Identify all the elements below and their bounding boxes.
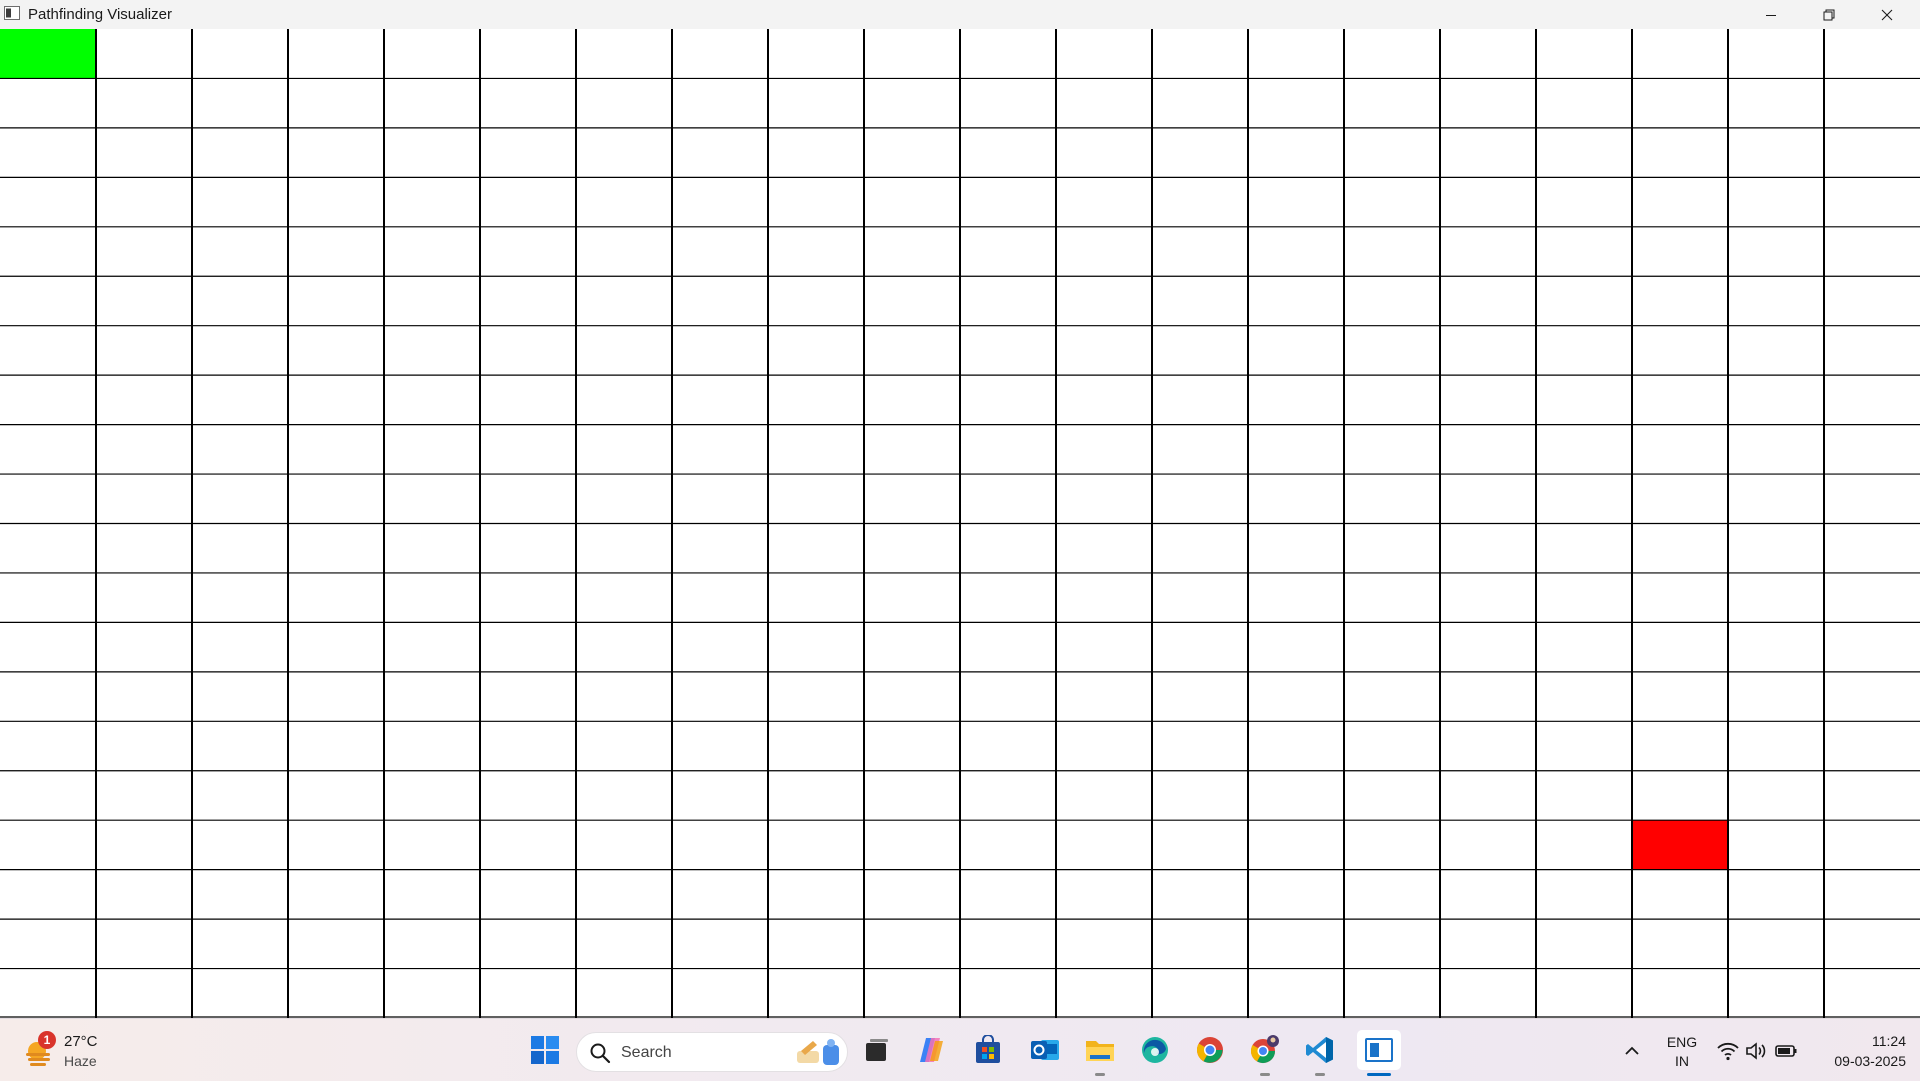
file-explorer-button[interactable] (1082, 1032, 1118, 1068)
weather-alert-badge: 1 (38, 1031, 56, 1049)
clock-date: 09-03-2025 (1834, 1053, 1906, 1069)
app-window-icon (1365, 1038, 1393, 1062)
end-node[interactable] (1632, 820, 1728, 870)
active-app-indicator (1367, 1073, 1391, 1076)
taskbar-search-box[interactable]: Search (576, 1032, 848, 1072)
app-window-icon (4, 6, 20, 20)
system-clock[interactable]: 11:24 09-03-2025 (1810, 1031, 1906, 1071)
chrome-button[interactable] (1192, 1032, 1228, 1068)
chrome-icon (1196, 1037, 1223, 1063)
volume-icon (1746, 1042, 1766, 1060)
copilot-button[interactable] (914, 1032, 950, 1068)
pathfinding-grid[interactable] (0, 29, 1920, 1018)
battery-button[interactable] (1774, 1039, 1798, 1063)
edge-icon (1142, 1037, 1168, 1063)
restore-button[interactable] (1800, 0, 1858, 29)
show-hidden-icons-button[interactable] (1620, 1039, 1644, 1063)
close-icon (1881, 9, 1893, 20)
minimize-button[interactable] (1742, 0, 1800, 29)
edge-button[interactable] (1137, 1032, 1173, 1068)
vscode-running-indicator (1315, 1073, 1325, 1076)
search-highlight-icon (791, 1037, 845, 1069)
network-button[interactable] (1716, 1039, 1740, 1063)
chrome-profile-running-indicator (1260, 1073, 1270, 1076)
minimize-icon (1766, 14, 1776, 16)
search-icon (589, 1042, 611, 1069)
outlook-button[interactable] (1027, 1032, 1063, 1068)
vscode-button[interactable] (1302, 1032, 1338, 1068)
language-code: ENG (1666, 1034, 1698, 1050)
battery-icon (1775, 1045, 1797, 1057)
outlook-icon (1031, 1040, 1059, 1060)
store-icon (976, 1035, 1000, 1063)
chevron-up-icon (1625, 1046, 1639, 1055)
task-view-icon (866, 1039, 888, 1061)
copilot-icon (920, 1038, 943, 1062)
vscode-icon (1306, 1037, 1333, 1063)
start-button[interactable] (527, 1032, 563, 1068)
task-view-button[interactable] (859, 1032, 895, 1068)
weather-temperature: 27°C (64, 1033, 98, 1050)
volume-button[interactable] (1744, 1039, 1768, 1063)
region-code: IN (1675, 1053, 1689, 1069)
search-placeholder: Search (621, 1044, 672, 1061)
chrome-profile-icon (1250, 1035, 1279, 1064)
close-button[interactable] (1858, 0, 1916, 29)
weather-condition: Haze (64, 1053, 97, 1069)
wifi-icon (1717, 1042, 1739, 1061)
microsoft-store-button[interactable] (970, 1032, 1006, 1068)
file-explorer-running-indicator (1095, 1073, 1105, 1076)
window-title: Pathfinding Visualizer (28, 6, 172, 23)
pathfinding-visualizer-taskbar-button[interactable] (1357, 1030, 1401, 1070)
chrome-profile-button[interactable] (1247, 1032, 1283, 1068)
app-window: Pathfinding Visualizer (0, 0, 1920, 1018)
grid-canvas[interactable] (0, 29, 1920, 1018)
taskbar: 1 27°C Haze Search ENG IN 11:24 09-03-20… (0, 1018, 1920, 1081)
restore-icon (1823, 9, 1835, 20)
input-language-indicator[interactable]: ENG IN (1664, 1033, 1700, 1071)
start-node[interactable] (0, 29, 96, 79)
windows-logo-icon (531, 1036, 559, 1064)
title-bar[interactable]: Pathfinding Visualizer (0, 0, 1920, 29)
folder-icon (1086, 1041, 1114, 1061)
clock-time: 11:24 (1872, 1033, 1906, 1049)
weather-widget[interactable]: 1 27°C Haze (22, 1029, 122, 1073)
